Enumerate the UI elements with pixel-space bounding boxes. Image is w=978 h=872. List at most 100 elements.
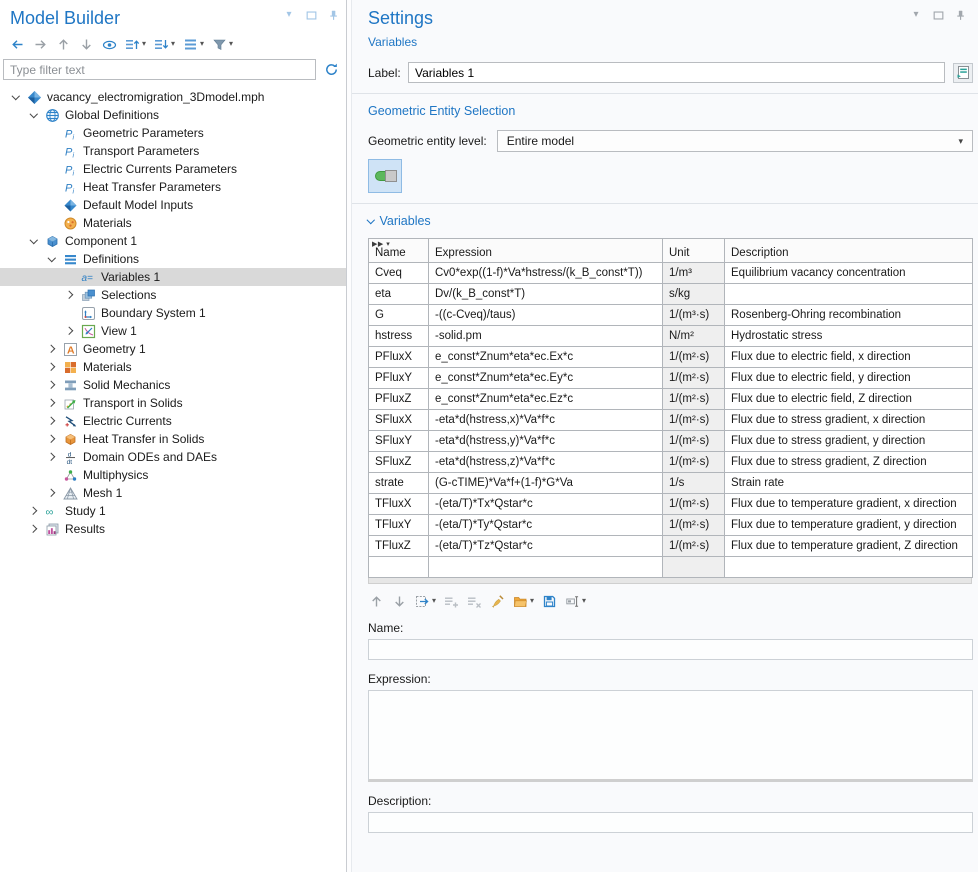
tree-node-component-1[interactable]: Component 1 (0, 232, 346, 250)
expander-expand-icon[interactable] (62, 322, 80, 340)
float-window-icon[interactable] (304, 8, 318, 22)
expander-expand-icon[interactable] (26, 520, 44, 538)
forward-arrow-button[interactable] (32, 36, 48, 52)
name-cell[interactable]: strate (369, 473, 429, 494)
unit-cell[interactable]: 1/(m²·s) (663, 494, 725, 515)
filter-input[interactable] (3, 59, 316, 80)
dropdown-caret-icon[interactable]: ▾ (432, 597, 436, 605)
name-cell[interactable]: eta (369, 284, 429, 305)
tree-node-multiphysics[interactable]: Multiphysics (0, 466, 346, 484)
description-cell[interactable]: Flux due to temperature gradient, Z dire… (725, 536, 973, 557)
description-cell[interactable]: Hydrostatic stress (725, 326, 973, 347)
unit-cell[interactable]: N/m² (663, 326, 725, 347)
description-cell[interactable]: Flux due to temperature gradient, x dire… (725, 494, 973, 515)
description-cell[interactable]: Equilibrium vacancy concentration (725, 263, 973, 284)
name-cell[interactable]: TFluxZ (369, 536, 429, 557)
unit-cell[interactable]: 1/(m²·s) (663, 368, 725, 389)
expression-cell[interactable]: -eta*d(hstress,z)*Va*f*c (429, 452, 663, 473)
tree-node-transport-in-solids[interactable]: Transport in Solids (0, 394, 346, 412)
name-input[interactable] (368, 639, 973, 660)
expander-expand-icon[interactable] (44, 394, 62, 412)
dropdown-caret-icon[interactable]: ▾ (530, 597, 534, 605)
expander-expand-icon[interactable] (44, 430, 62, 448)
geometric-entity-level-select[interactable]: Entire model ▾ (497, 130, 973, 152)
chevron-down-icon[interactable]: ▾ (909, 8, 923, 22)
expander-expand-icon[interactable] (62, 286, 80, 304)
tree-node-variables-1[interactable]: a=Variables 1 (0, 268, 346, 286)
expander-expand-icon[interactable] (44, 412, 62, 430)
clear-broom-button[interactable] (489, 593, 505, 609)
name-cell[interactable]: TFluxY (369, 515, 429, 536)
expression-cell[interactable]: e_const*Znum*eta*ec.Ez*c (429, 389, 663, 410)
column-header-expression[interactable]: Expression (429, 239, 663, 263)
name-cell[interactable]: G (369, 305, 429, 326)
name-cell[interactable]: SFluxZ (369, 452, 429, 473)
unit-cell[interactable]: 1/(m²·s) (663, 389, 725, 410)
dropdown-caret-icon[interactable]: ▾ (142, 40, 146, 48)
description-cell[interactable]: Rosenberg-Ohring recombination (725, 305, 973, 326)
expression-cell[interactable]: -(eta/T)*Tx*Qstar*c (429, 494, 663, 515)
description-cell[interactable] (725, 284, 973, 305)
tree-node-electric-currents-parameters[interactable]: PiElectric Currents Parameters (0, 160, 346, 178)
description-cell[interactable]: Flux due to electric field, x direction (725, 347, 973, 368)
unit-cell[interactable]: 1/(m²·s) (663, 410, 725, 431)
model-tree-nodes-button[interactable]: ▾ (182, 36, 204, 52)
tree-node-view-1[interactable]: View 1 (0, 322, 346, 340)
move-to-button[interactable]: ▾ (414, 593, 436, 609)
filter-funnel-button[interactable]: ▾ (211, 36, 233, 52)
dropdown-caret-icon[interactable]: ▾ (229, 40, 233, 48)
tree-node-geometry-1[interactable]: AGeometry 1 (0, 340, 346, 358)
unit-cell[interactable] (663, 557, 725, 578)
description-cell[interactable]: Flux due to electric field, Z direction (725, 389, 973, 410)
expander-collapse-icon[interactable] (44, 250, 62, 268)
expander-collapse-icon[interactable] (26, 106, 44, 124)
unit-cell[interactable]: 1/(m²·s) (663, 536, 725, 557)
description-cell[interactable]: Flux due to stress gradient, x direction (725, 410, 973, 431)
description-cell[interactable]: Flux due to stress gradient, y direction (725, 431, 973, 452)
tree-node-materials[interactable]: Materials (0, 214, 346, 232)
tree-node-electric-currents[interactable]: Electric Currents (0, 412, 346, 430)
expression-cell[interactable]: e_const*Znum*eta*ec.Ey*c (429, 368, 663, 389)
expression-cell[interactable]: -solid.pm (429, 326, 663, 347)
dropdown-caret-icon[interactable]: ▾ (171, 40, 175, 48)
chevron-down-icon[interactable]: ▾ (282, 8, 296, 22)
sort-indicator-icon[interactable]: ▶▶ ▾ (372, 240, 390, 248)
name-cell[interactable]: PFluxZ (369, 389, 429, 410)
tree-node-solid-mechanics[interactable]: Solid Mechanics (0, 376, 346, 394)
name-cell[interactable]: hstress (369, 326, 429, 347)
tree-node-global-definitions[interactable]: Global Definitions (0, 106, 346, 124)
tree-node-mesh-1[interactable]: Mesh 1 (0, 484, 346, 502)
expression-input[interactable] (368, 690, 973, 782)
move-down-arrow-button[interactable] (391, 593, 407, 609)
unit-cell[interactable]: 1/(m³·s) (663, 305, 725, 326)
tree-node-materials[interactable]: Materials (0, 358, 346, 376)
expander-expand-icon[interactable] (44, 448, 62, 466)
expander-expand-icon[interactable] (26, 502, 44, 520)
tree-node-geometric-parameters[interactable]: PiGeometric Parameters (0, 124, 346, 142)
name-cell[interactable]: Cveq (369, 263, 429, 284)
unit-cell[interactable]: 1/(m²·s) (663, 515, 725, 536)
unit-cell[interactable]: 1/(m²·s) (663, 347, 725, 368)
move-up-arrow-button[interactable] (55, 36, 71, 52)
tree-node-boundary-system-1[interactable]: Boundary System 1 (0, 304, 346, 322)
collapse-all-button[interactable]: ▾ (153, 36, 175, 52)
unit-cell[interactable]: 1/m³ (663, 263, 725, 284)
description-cell[interactable]: Flux due to stress gradient, Z direction (725, 452, 973, 473)
expression-cell[interactable]: Dv/(k_B_const*T) (429, 284, 663, 305)
expression-cell[interactable] (429, 557, 663, 578)
rename-label-button[interactable] (953, 63, 973, 83)
save-floppy-button[interactable] (541, 593, 557, 609)
tree-node-domain-odes-and-daes[interactable]: ddtDomain ODEs and DAEs (0, 448, 346, 466)
tree-node-selections[interactable]: Selections (0, 286, 346, 304)
column-header-unit[interactable]: Unit (663, 239, 725, 263)
tree-node-results[interactable]: Results (0, 520, 346, 538)
tree-node-default-model-inputs[interactable]: Default Model Inputs (0, 196, 346, 214)
description-input[interactable] (368, 812, 973, 833)
expression-cell[interactable]: e_const*Znum*eta*ec.Ex*c (429, 347, 663, 368)
name-cell[interactable]: SFluxX (369, 410, 429, 431)
description-cell[interactable] (725, 557, 973, 578)
back-arrow-button[interactable] (9, 36, 25, 52)
unit-cell[interactable]: 1/s (663, 473, 725, 494)
expand-all-button[interactable]: ▾ (124, 36, 146, 52)
pin-icon[interactable] (953, 8, 967, 22)
